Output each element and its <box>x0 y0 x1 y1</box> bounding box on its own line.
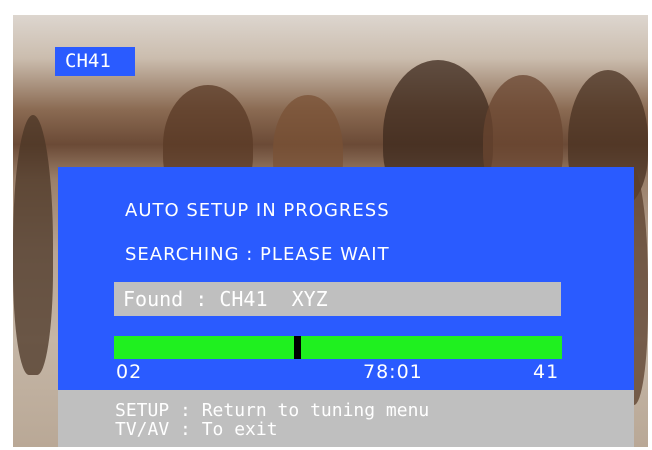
progress-center-label: 78:01 <box>363 361 423 383</box>
found-channel-box: Found : CH41 XYZ <box>114 282 561 316</box>
progress-start-label: 02 <box>116 361 143 383</box>
help-footer: SETUP : Return to tuning menu TV/AV : To… <box>58 390 634 447</box>
progress-end-label: 41 <box>533 361 560 383</box>
background-horse-shape <box>13 115 53 375</box>
auto-setup-dialog: AUTO SETUP IN PROGRESS SEARCHING : PLEAS… <box>58 167 634 390</box>
search-progress-bar <box>114 336 562 359</box>
footer-setup-hint: SETUP : Return to tuning menu <box>115 400 430 421</box>
dialog-title: AUTO SETUP IN PROGRESS <box>125 200 390 221</box>
progress-marker <box>294 336 301 359</box>
tv-screen: CH41 AUTO SETUP IN PROGRESS SEARCHING : … <box>13 15 648 447</box>
footer-exit-hint: TV/AV : To exit <box>115 419 278 440</box>
dialog-status: SEARCHING : PLEASE WAIT <box>125 244 390 265</box>
channel-badge: CH41 <box>55 47 135 76</box>
